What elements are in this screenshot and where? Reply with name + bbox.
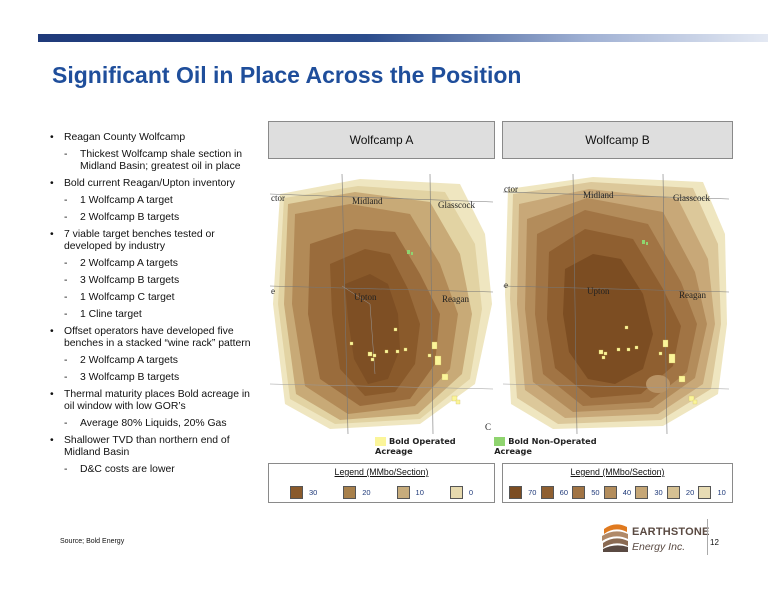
source-note: Source; Bold Energy bbox=[60, 538, 125, 545]
logo-tagline: Energy Inc. bbox=[632, 541, 686, 553]
legend-value: 60 bbox=[559, 488, 569, 497]
operated-acreage-item: Bold Operated Acreage bbox=[375, 436, 484, 456]
legend-swatch bbox=[343, 486, 357, 499]
legend-swatch bbox=[396, 486, 410, 499]
page-number: 12 bbox=[710, 538, 719, 547]
legend-swatch bbox=[540, 486, 554, 499]
legend-value: 0 bbox=[468, 488, 473, 497]
map-label-midland: Midland bbox=[583, 190, 614, 200]
legend-item: 20 bbox=[343, 486, 371, 499]
non-operated-label: Bold Non-Operated Acreage bbox=[494, 435, 597, 456]
legend-wolfcamp-b: Legend (MMbo/Section) 70 60 50 40 30 20 10 bbox=[502, 463, 733, 503]
legend-value: 30 bbox=[308, 488, 318, 497]
bullet-item: Reagan County Wolfcamp bbox=[48, 132, 263, 144]
logo-wordmark: EARTHSTONE bbox=[632, 526, 710, 538]
bullet-item: 7 viable target benches tested or develo… bbox=[48, 229, 263, 253]
operated-label: Bold Operated Acreage bbox=[375, 435, 456, 456]
legend-item: 10 bbox=[396, 486, 424, 499]
legend-item: 0 bbox=[449, 486, 473, 499]
bullet-item: Offset operators have developed five ben… bbox=[48, 326, 263, 350]
map-label-glasscock: Glasscock bbox=[673, 193, 710, 203]
legend-item: 70 bbox=[509, 486, 536, 499]
map-label-reagan: Reagan bbox=[442, 294, 469, 304]
legend-swatch bbox=[449, 486, 463, 499]
sub-bullet-item: 1 Cline target bbox=[48, 309, 263, 321]
legend-item: 20 bbox=[666, 486, 695, 499]
non-operated-acreage-item: Bold Non-Operated Acreage bbox=[494, 436, 623, 456]
legend-value: 30 bbox=[654, 488, 663, 497]
wolfcamp-b-map: Midland Glasscock Upton Reagan ctor e bbox=[503, 174, 729, 434]
legend-swatch bbox=[698, 486, 712, 499]
header-bar bbox=[38, 34, 768, 42]
sub-bullet-item: Thickest Wolfcamp shale section in Midla… bbox=[48, 149, 263, 173]
non-operated-swatch bbox=[494, 436, 506, 446]
legend-item: 50 bbox=[572, 486, 600, 499]
sub-bullet-item: 2 Wolfcamp B targets bbox=[48, 212, 263, 224]
legend-title: Legend (MMbo/Section) bbox=[334, 467, 429, 477]
map-edge-label-bottom: C bbox=[485, 422, 491, 432]
map-label-upton: Upton bbox=[587, 286, 610, 296]
bullet-item: Bold current Reagan/Upton inventory bbox=[48, 178, 263, 190]
legend-title: Legend (MMbo/Section) bbox=[570, 467, 665, 477]
map-label-glasscock: Glasscock bbox=[438, 200, 475, 210]
legend-swatch bbox=[509, 486, 523, 499]
legend-value: 40 bbox=[622, 488, 632, 497]
legend-swatch bbox=[666, 486, 680, 499]
wolfcamp-b-title: Wolfcamp B bbox=[502, 121, 733, 159]
legend-item: 30 bbox=[635, 486, 663, 499]
map-edge-label-mid: e bbox=[504, 280, 508, 290]
sub-bullet-item: 1 Wolfcamp C target bbox=[48, 292, 263, 304]
wolfcamp-a-map: Midland Glasscock Upton Reagan ctor e C bbox=[270, 174, 493, 434]
sub-bullet-item: 3 Wolfcamp B targets bbox=[48, 275, 263, 287]
legend-swatch bbox=[572, 486, 586, 499]
legend-swatch bbox=[635, 486, 649, 499]
sub-bullet-item: 2 Wolfcamp A targets bbox=[48, 258, 263, 270]
map-label-upton: Upton bbox=[354, 292, 377, 302]
acreage-legend: Bold Operated Acreage Bold Non-Operated … bbox=[375, 436, 623, 456]
earthstone-logo-icon bbox=[602, 524, 628, 552]
legend-item: 10 bbox=[698, 486, 726, 499]
legend-value: 20 bbox=[362, 488, 371, 497]
legend-item: 40 bbox=[603, 486, 632, 499]
map-edge-label-top: ctor bbox=[504, 184, 518, 194]
legend-items: 30 20 10 0 bbox=[269, 486, 494, 499]
bullet-item: Thermal maturity places Bold acreage in … bbox=[48, 389, 263, 413]
bullet-list: Reagan County Wolfcamp Thickest Wolfcamp … bbox=[48, 132, 263, 481]
map-edge-label-mid: e bbox=[271, 286, 275, 296]
map-label-reagan: Reagan bbox=[679, 290, 706, 300]
map-label-midland: Midland bbox=[352, 196, 383, 206]
sub-bullet-item: 3 Wolfcamp B targets bbox=[48, 372, 263, 384]
bullet-item: Shallower TVD than northern end of Midla… bbox=[48, 435, 263, 459]
legend-value: 50 bbox=[591, 488, 600, 497]
sub-bullet-item: 1 Wolfcamp A target bbox=[48, 195, 263, 207]
legend-value: 10 bbox=[717, 488, 726, 497]
wolfcamp-a-title: Wolfcamp A bbox=[268, 121, 495, 159]
map-edge-label-top: ctor bbox=[271, 193, 285, 203]
sub-bullet-item: Average 80% Liquids, 20% Gas bbox=[48, 418, 263, 430]
legend-swatch bbox=[289, 486, 303, 499]
legend-item: 60 bbox=[540, 486, 569, 499]
sub-bullet-item: 2 Wolfcamp A targets bbox=[48, 355, 263, 367]
operated-swatch bbox=[375, 436, 386, 446]
legend-value: 20 bbox=[685, 488, 695, 497]
sub-bullet-item: D&C costs are lower bbox=[48, 464, 263, 476]
slide-title: Significant Oil in Place Across the Posi… bbox=[52, 62, 522, 88]
legend-items: 70 60 50 40 30 20 10 bbox=[503, 486, 732, 499]
legend-value: 70 bbox=[528, 488, 537, 497]
legend-item: 30 bbox=[289, 486, 318, 499]
legend-wolfcamp-a: Legend (MMbo/Section) 30 20 10 0 bbox=[268, 463, 495, 503]
legend-value: 10 bbox=[415, 488, 424, 497]
legend-swatch bbox=[603, 486, 617, 499]
logo-divider bbox=[707, 519, 708, 555]
